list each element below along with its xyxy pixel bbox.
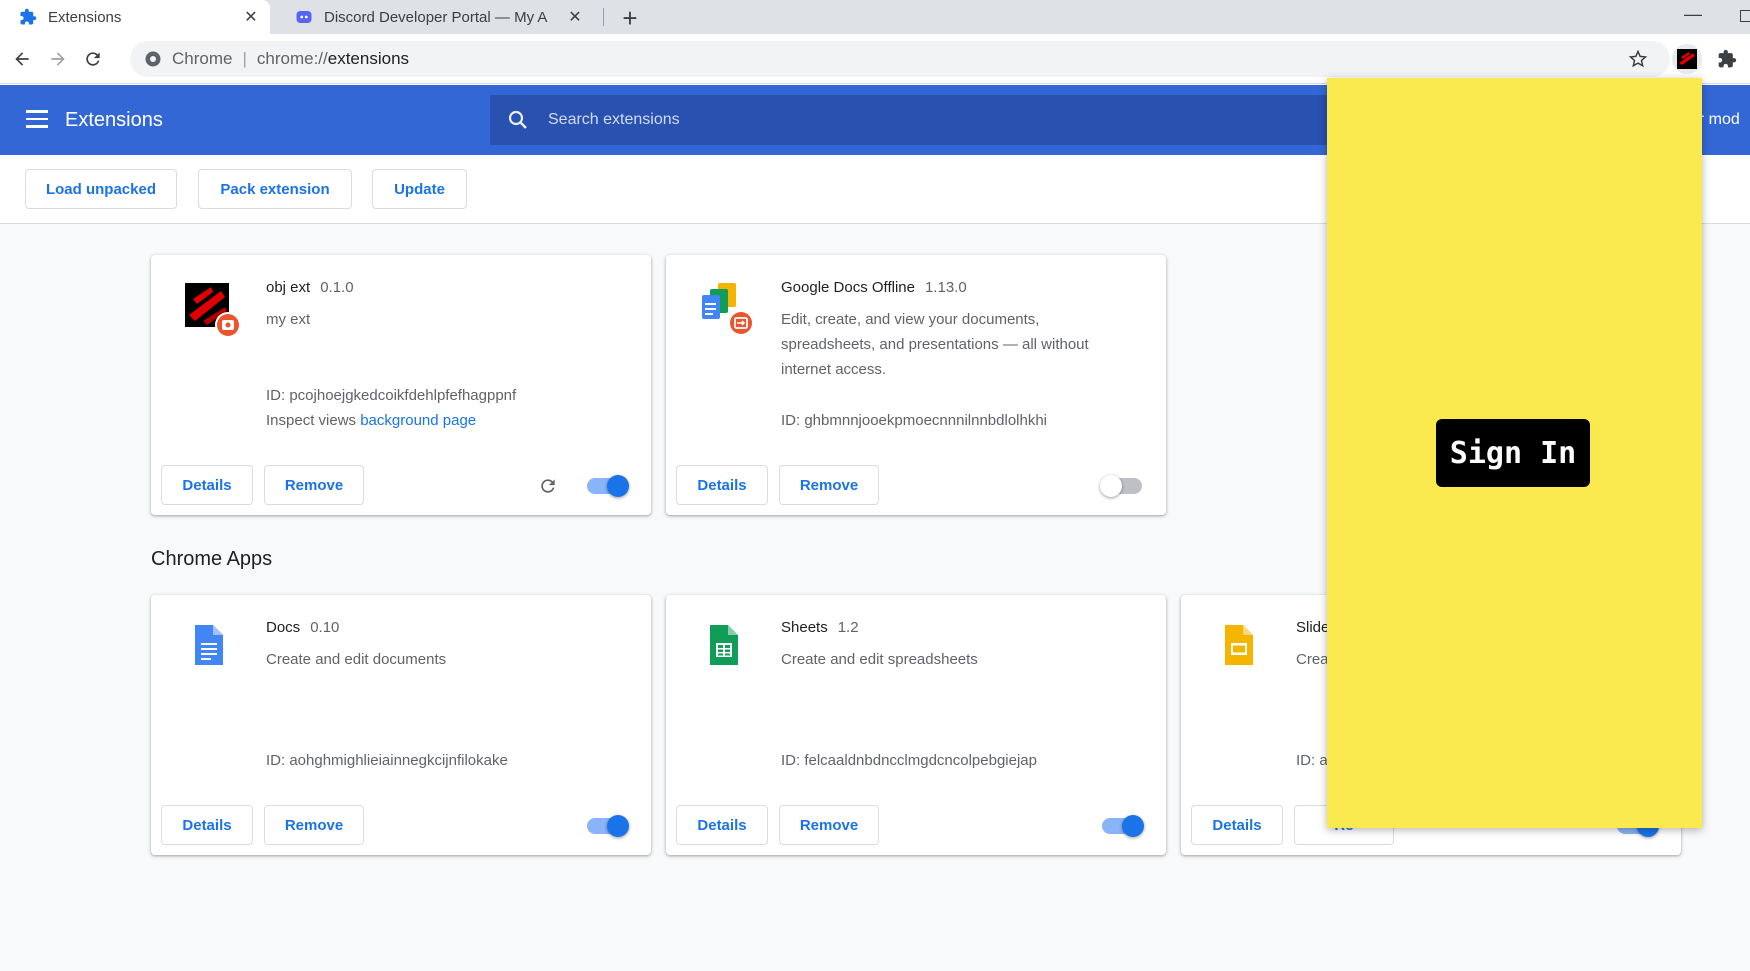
- pack-extension-button[interactable]: Pack extension: [198, 169, 352, 209]
- app-name: Docs: [266, 619, 301, 636]
- back-icon[interactable]: [8, 45, 36, 73]
- update-button[interactable]: Update: [372, 169, 467, 209]
- remove-button[interactable]: Remove: [264, 465, 364, 505]
- app-description: Create and edit documents: [266, 651, 447, 668]
- obj-ext-action-icon[interactable]: [1672, 44, 1702, 74]
- remove-button[interactable]: Remove: [779, 805, 879, 845]
- remove-button[interactable]: Remove: [779, 465, 879, 505]
- bookmark-star-icon[interactable]: [1625, 46, 1651, 72]
- extension-card: obj ext 0.1.0 my ext ID: pcojhoejgkedcoik…: [151, 255, 651, 515]
- remove-button[interactable]: Remove: [264, 805, 364, 845]
- discord-icon: [294, 7, 314, 27]
- extension-id: ID: pcojhoejgkedcoikfdehlpfefhagppnf: [266, 387, 517, 404]
- forward-icon[interactable]: [44, 45, 72, 73]
- app-card: Docs 0.10 Create and edit documents ID: a…: [151, 595, 651, 855]
- extension-id: ID: ghbmnnjooekpmoecnnnilnnbdlolhkhi: [781, 412, 1048, 429]
- enable-toggle[interactable]: [1102, 815, 1144, 837]
- background-page-link[interactable]: background page: [360, 412, 476, 429]
- chrome-icon: [145, 51, 161, 67]
- enable-toggle[interactable]: [587, 475, 629, 497]
- search-input[interactable]: [548, 111, 1148, 129]
- inspect-views: Inspect views background page: [266, 412, 476, 429]
- extension-version: 1.13.0: [924, 279, 967, 296]
- enable-toggle[interactable]: [1100, 475, 1142, 497]
- close-icon[interactable]: ✕: [564, 6, 586, 28]
- app-name: Slide: [1296, 619, 1330, 636]
- tab-title: Discord Developer Portal — My A: [324, 8, 548, 26]
- tab-extensions[interactable]: Extensions ✕: [0, 0, 270, 34]
- app-id: ID: a: [1296, 752, 1328, 769]
- app-id: ID: aohghmighlieiainnegkcijnfilokake: [266, 752, 508, 769]
- app-id: ID: felcaaldnbdncclmgdcncolpebgiejap: [781, 752, 1037, 769]
- tab-separator: [603, 8, 604, 26]
- app-name-line: Sheets 1.2: [781, 619, 859, 636]
- extension-name-line: Google Docs Offline 1.13.0: [781, 279, 967, 296]
- site-name: Chrome: [172, 49, 233, 68]
- details-button[interactable]: Details: [676, 465, 768, 505]
- url-scheme: chrome://: [256, 49, 328, 68]
- obj-ext-icon: [183, 281, 241, 338]
- address-separator: |: [242, 49, 247, 68]
- app-card: Sheets 1.2 Create and edit spreadsheets I…: [666, 595, 1166, 855]
- search-icon: [508, 110, 527, 129]
- details-button[interactable]: Details: [161, 805, 253, 845]
- extension-name: obj ext: [266, 279, 311, 296]
- extension-card: Google Docs Offline 1.13.0 Edit, create, …: [666, 255, 1166, 515]
- slides-icon: [1213, 621, 1263, 671]
- extension-name: Google Docs Offline: [781, 279, 915, 296]
- app-version: 1.2: [837, 619, 859, 636]
- extension-popup: Sign In: [1327, 78, 1702, 828]
- tab-discord[interactable]: Discord Developer Portal — My A ✕: [276, 0, 594, 34]
- inspect-views-label: Inspect views: [266, 412, 361, 429]
- reload-icon[interactable]: [79, 45, 107, 73]
- browser-toolbar: Chrome | chrome://extensions: [0, 34, 1750, 84]
- load-unpacked-button[interactable]: Load unpacked: [25, 169, 177, 209]
- extensions-menu-icon[interactable]: [1714, 46, 1740, 72]
- reload-icon[interactable]: [535, 473, 561, 499]
- url-path: extensions: [327, 49, 410, 68]
- tab-strip: Extensions ✕ Discord Developer Portal — …: [0, 0, 1750, 34]
- extension-description: Edit, create, and view your documents, s…: [781, 311, 1089, 378]
- app-name-line: Docs 0.10: [266, 619, 339, 636]
- google-docs-offline-icon: [698, 281, 754, 336]
- extension-version: 0.1.0: [320, 279, 354, 296]
- maximize-icon[interactable]: [1740, 10, 1750, 22]
- page-title: Extensions: [65, 109, 163, 131]
- address-bar[interactable]: Chrome | chrome://extensions: [130, 41, 1670, 77]
- app-version: 0.10: [310, 619, 340, 636]
- close-icon[interactable]: ✕: [240, 6, 262, 28]
- details-button[interactable]: Details: [676, 805, 768, 845]
- enable-toggle[interactable]: [587, 815, 629, 837]
- docs-icon: [183, 621, 233, 671]
- extension-description: my ext: [266, 311, 311, 328]
- details-button[interactable]: Details: [161, 465, 253, 505]
- new-tab-button[interactable]: +: [616, 3, 644, 33]
- tab-title: Extensions: [48, 8, 122, 26]
- extension-name-line: obj ext 0.1.0: [266, 279, 354, 296]
- puzzle-icon: [18, 7, 38, 27]
- menu-icon[interactable]: [26, 110, 48, 128]
- section-title-chrome-apps: Chrome Apps: [151, 548, 273, 570]
- sign-in-button[interactable]: Sign In: [1436, 419, 1590, 487]
- search-bar: [490, 95, 1370, 145]
- details-button[interactable]: Details: [1191, 805, 1283, 845]
- sheets-icon: [698, 621, 748, 671]
- app-name: Sheets: [781, 619, 828, 636]
- app-description: Create and edit spreadsheets: [781, 651, 978, 668]
- minimize-icon[interactable]: —: [1684, 4, 1702, 25]
